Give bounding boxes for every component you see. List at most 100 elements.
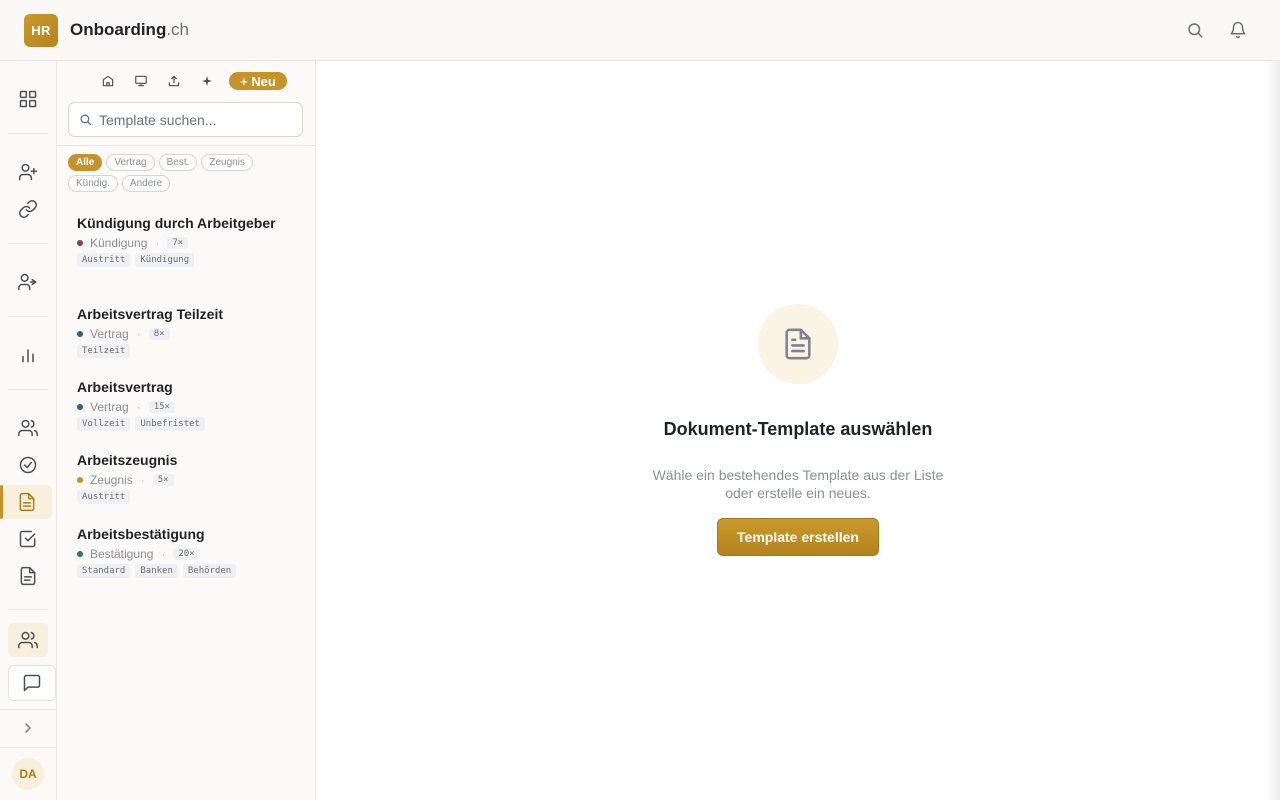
message-icon (23, 674, 41, 692)
filter-chip[interactable]: Andere (121, 175, 171, 192)
upload-icon[interactable] (163, 72, 185, 90)
meta-separator: · (161, 547, 166, 561)
template-tags: Austritt Kündigung (77, 253, 302, 270)
nav-chat[interactable] (8, 665, 56, 701)
template-category: Zeugnis (90, 473, 133, 487)
template-tag: Austritt (77, 490, 131, 504)
category-dot (77, 331, 83, 337)
template-tags: Vollzeit Unbefristet (77, 417, 302, 434)
check-square-icon (19, 530, 36, 548)
template-category: Vertrag (90, 327, 129, 341)
sparkle-icon[interactable] (196, 72, 218, 90)
template-list-item[interactable]: Arbeitsbestätigung Bestätigung · 20× Standar… (77, 525, 302, 581)
meta-separator: · (136, 327, 141, 341)
filter-chip[interactable]: Vertrag (106, 154, 155, 171)
bar-chart-icon (22, 349, 34, 363)
nav-links[interactable] (8, 192, 48, 226)
rail-divider (8, 389, 48, 390)
check-circle-icon (19, 456, 37, 474)
template-meta: Vertrag · 8× (77, 326, 302, 342)
nav-reports[interactable] (8, 338, 48, 372)
template-meta: Kündigung · 7× (77, 235, 302, 251)
empty-state-line: oder erstelle ein neues. (725, 485, 871, 501)
template-category: Vertrag (90, 400, 129, 414)
nav-rail: DA (0, 61, 57, 800)
template-panel: + Neu AlleVertragBest.ZeugnisKündig.Ande… (57, 61, 316, 800)
home-icon[interactable] (97, 72, 119, 90)
meta-separator: · (136, 400, 141, 414)
template-meta: Bestätigung · 20× (77, 546, 302, 562)
template-list-item[interactable]: Arbeitszeugnis Zeugnis · 5× Austritt (77, 451, 302, 507)
template-category: Kündigung (90, 236, 148, 250)
brand-title: Onboarding (70, 20, 167, 39)
template-list-item[interactable]: Kündigung durch Arbeitgeber Kündigung · 7× A… (77, 214, 302, 270)
template-tag: Behörden (182, 564, 237, 578)
template-list-item[interactable]: Arbeitsvertrag Teilzeit Vertrag · 8× Teilzei… (77, 305, 302, 361)
usage-count: 20× (173, 548, 200, 560)
file-icon (20, 566, 36, 586)
template-meta: Vertrag · 15× (77, 399, 302, 415)
template-tag: Austritt (77, 253, 131, 267)
nav-dashboard[interactable] (8, 82, 48, 116)
usage-count: 15× (148, 401, 175, 413)
category-dot (77, 551, 83, 557)
usage-count: 5× (152, 474, 174, 486)
nav-documents[interactable] (0, 485, 52, 519)
user-arrow-icon (18, 273, 37, 291)
nav-checklists[interactable] (8, 522, 48, 556)
document-icon (19, 492, 35, 512)
empty-state-description: Wähle ein bestehendes Template aus der L… (628, 466, 968, 502)
expand-sidebar-button[interactable] (8, 711, 48, 745)
grid-icon (19, 90, 37, 108)
users-icon (18, 631, 38, 649)
nav-files[interactable] (8, 559, 48, 593)
edge-shadow (1266, 61, 1280, 800)
chevron-right-icon (25, 723, 31, 733)
usage-count: 8× (148, 328, 170, 340)
filter-chip[interactable]: Zeugnis (201, 154, 253, 171)
bell-icon[interactable] (1228, 20, 1248, 40)
template-title: Kündigung durch Arbeitgeber (77, 215, 276, 231)
empty-state-title: Dokument-Template auswählen (663, 419, 933, 439)
template-tag: Kündigung (135, 253, 195, 267)
panel-toolbar: + Neu (97, 72, 287, 90)
new-template-button[interactable]: + Neu (229, 72, 287, 90)
empty-state-illustration (758, 304, 838, 384)
nav-employees[interactable] (8, 411, 48, 445)
nav-offboarding[interactable] (8, 265, 48, 299)
create-template-button[interactable]: Template erstellen (717, 518, 879, 556)
template-tag: Teilzeit (77, 344, 131, 358)
brand-suffix: .ch (166, 20, 190, 39)
category-filters: Alle Vertrag Best. Zeugnis Kündig. Andere (68, 154, 308, 196)
template-search[interactable] (68, 102, 303, 137)
meta-separator: · (155, 236, 160, 250)
template-meta: Zeugnis · 5× (77, 472, 302, 488)
template-tags: Austritt (77, 490, 302, 507)
panel-divider (57, 145, 315, 146)
logo-badge[interactable]: HR (24, 14, 58, 47)
filter-chip[interactable]: Kündig. (68, 175, 118, 192)
link-icon (18, 199, 38, 219)
brand-name[interactable]: Onboarding.ch (70, 20, 189, 40)
template-search-input[interactable] (99, 111, 289, 128)
template-title: Arbeitsbestätigung (77, 526, 205, 542)
top-bar: HR Onboarding.ch (0, 0, 1280, 61)
rail-divider (0, 709, 57, 710)
rail-divider (8, 243, 48, 244)
search-icon (80, 114, 92, 126)
empty-state-line: Wähle ein bestehendes Template aus der L… (652, 467, 944, 483)
template-list-item[interactable]: Arbeitsvertrag Vertrag · 15× Vollzeit Unbefri… (77, 378, 302, 434)
nav-team[interactable] (8, 623, 48, 657)
rail-divider (8, 609, 48, 610)
filter-chip[interactable]: Alle (68, 154, 103, 171)
category-dot (77, 404, 83, 410)
category-dot (77, 240, 83, 246)
template-title: Arbeitszeugnis (77, 452, 178, 468)
template-tag: Standard (77, 564, 131, 578)
avatar[interactable]: DA (12, 758, 44, 790)
filter-chip[interactable]: Best. (158, 154, 198, 171)
nav-tasks[interactable] (8, 448, 48, 482)
monitor-icon[interactable] (130, 72, 152, 90)
nav-add-employee[interactable] (8, 155, 48, 189)
search-icon[interactable] (1185, 20, 1205, 40)
